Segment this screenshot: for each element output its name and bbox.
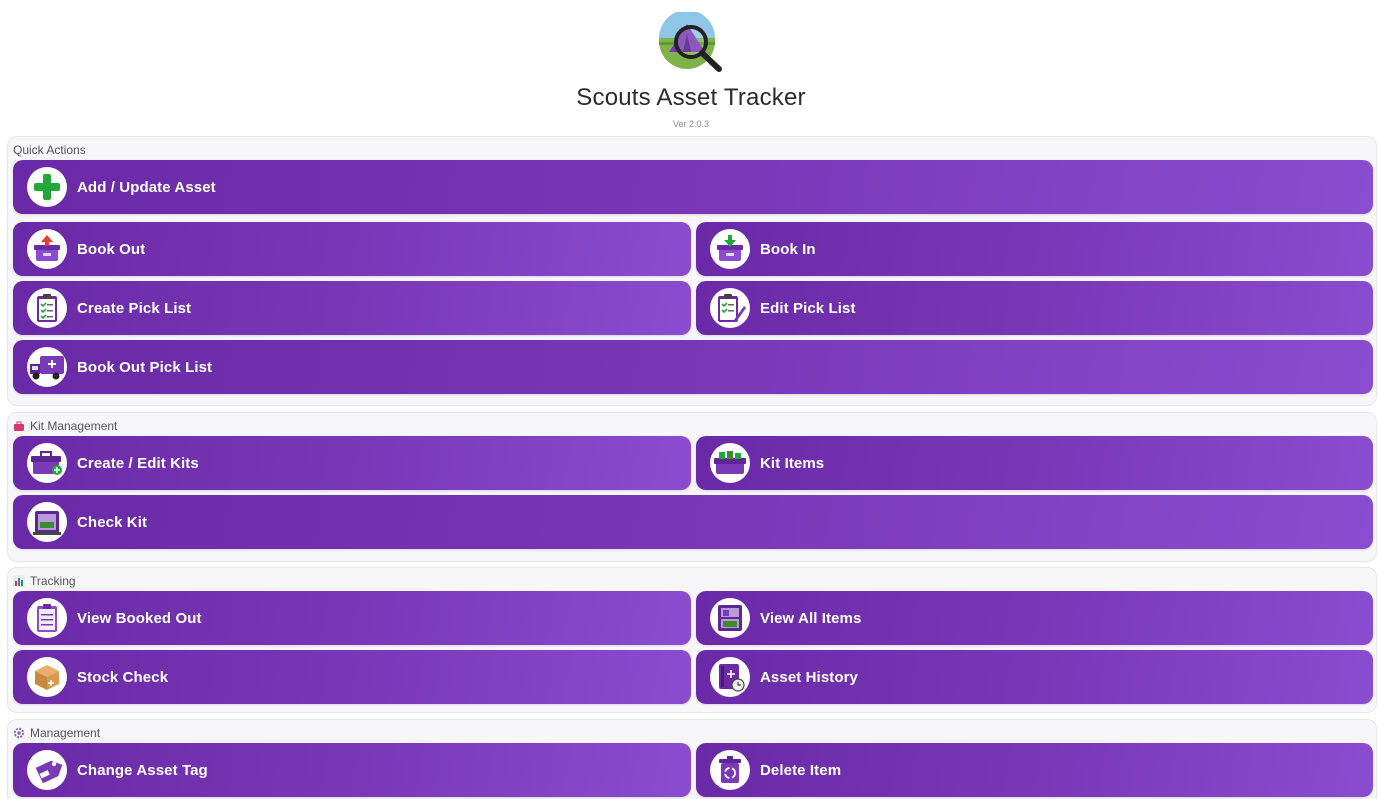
app-version: Ver 2.0.3 bbox=[672, 119, 710, 129]
button-label: View Booked Out bbox=[77, 609, 202, 627]
truck-icon bbox=[27, 347, 67, 387]
add-update-asset-button[interactable]: Add / Update Asset bbox=[13, 160, 1373, 214]
section-title-label: Kit Management bbox=[30, 419, 118, 433]
toolbox-items-icon bbox=[710, 443, 750, 483]
book-out-pick-list-button[interactable]: Book Out Pick List bbox=[13, 340, 1373, 394]
book-clock-icon bbox=[710, 657, 750, 697]
button-label: Book Out bbox=[77, 240, 146, 258]
button-label: Asset History bbox=[760, 668, 859, 686]
button-label: Delete Item bbox=[760, 761, 842, 779]
button-label: Check Kit bbox=[77, 513, 148, 531]
button-label: Kit Items bbox=[760, 454, 825, 472]
button-label: Create / Edit Kits bbox=[77, 454, 199, 472]
box-upload-icon bbox=[27, 229, 67, 269]
delete-item-button[interactable]: Delete Item bbox=[696, 743, 1373, 797]
edit-pick-list-button[interactable]: Edit Pick List bbox=[696, 281, 1373, 335]
tent-magnifier-logo-icon bbox=[657, 10, 727, 74]
create-edit-kits-button[interactable]: Create / Edit Kits bbox=[13, 436, 691, 490]
section-tracking: Tracking View Booked Out View All Items … bbox=[7, 567, 1377, 713]
tag-icon bbox=[27, 750, 67, 790]
create-pick-list-button[interactable]: Create Pick List bbox=[13, 281, 691, 335]
button-label: Change Asset Tag bbox=[77, 761, 208, 779]
book-out-button[interactable]: Book Out bbox=[13, 222, 691, 276]
toolbox-add-icon bbox=[27, 443, 67, 483]
box-download-icon bbox=[710, 229, 750, 269]
clipboard-edit-icon bbox=[710, 288, 750, 328]
plus-icon bbox=[27, 167, 67, 207]
section-management: Management Change Asset Tag Delete Item bbox=[7, 719, 1377, 799]
button-label: Add / Update Asset bbox=[77, 178, 216, 196]
asset-history-button[interactable]: Asset History bbox=[696, 650, 1373, 704]
section-title-label: Tracking bbox=[30, 574, 76, 588]
clipboard-list-icon bbox=[27, 598, 67, 638]
button-label: Book In bbox=[760, 240, 816, 258]
change-asset-tag-button[interactable]: Change Asset Tag bbox=[13, 743, 691, 797]
button-label: Book Out Pick List bbox=[77, 358, 213, 376]
view-all-items-button[interactable]: View All Items bbox=[696, 591, 1373, 645]
recycle-bin-icon bbox=[710, 750, 750, 790]
section-title-label: Quick Actions bbox=[13, 143, 86, 157]
button-label: Stock Check bbox=[77, 668, 169, 686]
gear-icon bbox=[13, 727, 25, 739]
view-booked-out-button[interactable]: View Booked Out bbox=[13, 591, 691, 645]
button-label: Edit Pick List bbox=[760, 299, 856, 317]
section-kit-management: Kit Management Create / Edit Kits Kit It… bbox=[7, 412, 1377, 562]
stock-check-button[interactable]: Stock Check bbox=[13, 650, 691, 704]
check-kit-button[interactable]: Check Kit bbox=[13, 495, 1373, 549]
bar-chart-icon bbox=[13, 575, 25, 587]
section-title-management: Management bbox=[13, 726, 100, 740]
button-label: Create Pick List bbox=[77, 299, 192, 317]
kit-items-button[interactable]: Kit Items bbox=[696, 436, 1373, 490]
clipboard-checklist-icon bbox=[27, 288, 67, 328]
book-in-button[interactable]: Book In bbox=[696, 222, 1373, 276]
section-title-quick-actions: Quick Actions bbox=[13, 143, 86, 157]
kit-check-icon bbox=[27, 502, 67, 542]
app-title: Scouts Asset Tracker bbox=[576, 84, 806, 111]
shelf-icon bbox=[710, 598, 750, 638]
button-label: View All Items bbox=[760, 609, 862, 627]
section-title-tracking: Tracking bbox=[13, 574, 76, 588]
cardboard-box-icon bbox=[27, 657, 67, 697]
section-title-label: Management bbox=[30, 726, 101, 740]
section-quick-actions: Quick Actions Add / Update Asset Book Ou… bbox=[7, 136, 1377, 406]
section-title-kit-management: Kit Management bbox=[13, 419, 117, 433]
toolbox-icon bbox=[13, 420, 25, 432]
